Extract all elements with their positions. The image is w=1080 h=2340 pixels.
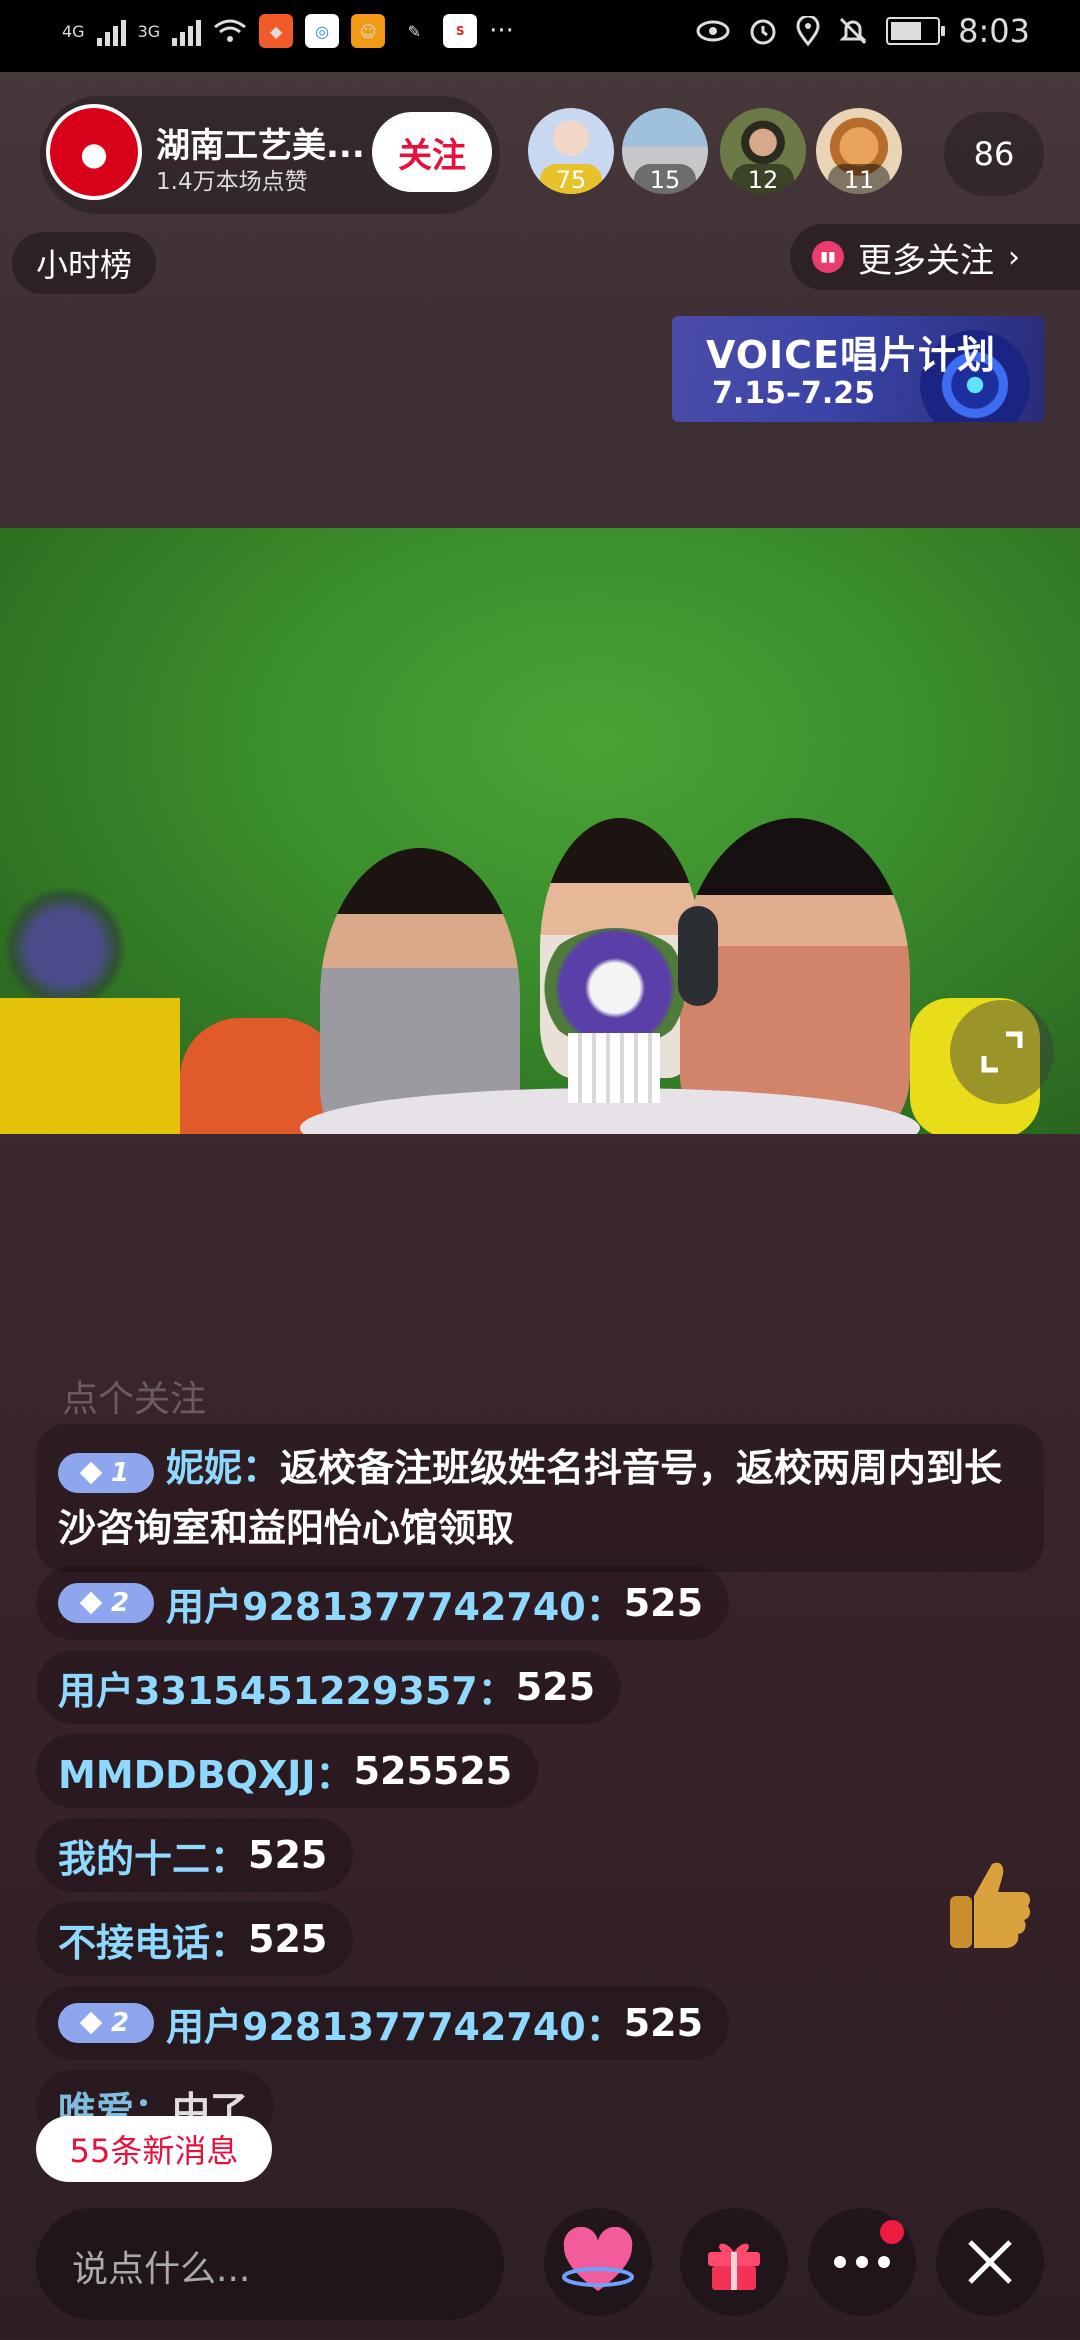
comment-input-placeholder: 说点什么...: [72, 2249, 251, 2290]
more-follow-button[interactable]: ▮▮ 更多关注 ›: [790, 224, 1080, 290]
user-level-badge: 1: [58, 1453, 154, 1493]
status-right: 8:03: [696, 12, 1030, 50]
new-messages-button[interactable]: 55条新消息: [36, 2116, 272, 2182]
banner-dates: 7.15–7.25: [712, 376, 876, 411]
status-left: 4G 3G ◆ ◎ ☺ ✎ S ···: [62, 14, 514, 48]
flowers-graphic: [535, 928, 695, 1048]
diamond-icon: [79, 2011, 103, 2035]
chat-message[interactable]: 不接电话： 525: [36, 1902, 354, 1976]
follow-button[interactable]: 关注: [372, 112, 492, 192]
network-4g-label: 4G: [62, 21, 85, 41]
close-icon: [968, 2240, 1012, 2284]
app-icon-uc: ☺: [351, 14, 386, 48]
hour-rank-button[interactable]: 小时榜: [12, 232, 156, 294]
chat-username[interactable]: MMDDBQXJJ：: [58, 1744, 354, 1799]
mute-icon: [839, 17, 867, 45]
viewer-rank-badge: 15: [634, 164, 696, 194]
audio-wave-icon: ▮▮: [812, 241, 844, 273]
chat-username[interactable]: 用户3315451229357：: [58, 1660, 516, 1715]
chat-text: 525: [248, 1917, 328, 1961]
flower-pot-graphic: [568, 1033, 660, 1103]
chat-message[interactable]: MMDDBQXJJ： 525525: [36, 1734, 539, 1808]
anchor-name[interactable]: 湖南工艺美...: [156, 118, 365, 167]
microphone-graphic: [678, 906, 718, 1006]
chat-text: 525: [515, 1665, 596, 1709]
yellow-box-graphic: [0, 998, 180, 1134]
viewer-rank-badge: 75: [540, 164, 602, 194]
more-dots-icon: [834, 2256, 890, 2268]
viewer-avatar-4[interactable]: 11: [816, 108, 902, 194]
chat-text: 525525: [353, 1749, 513, 1793]
fullscreen-icon: [981, 1031, 1023, 1073]
chat-username[interactable]: 不接电话：: [58, 1912, 248, 1967]
chat-username[interactable]: 我的十二：: [58, 1828, 248, 1883]
diamond-icon: [79, 1591, 103, 1615]
chat-text: 525: [623, 1581, 704, 1625]
signal-icon-2: [172, 16, 202, 46]
alarm-icon: [750, 19, 776, 45]
chat-username[interactable]: 用户9281377742740：: [166, 1996, 624, 2051]
banner-title: VOICE唱片计划: [706, 333, 997, 377]
app-icon-sina: S: [443, 14, 478, 48]
chat-message[interactable]: 我的十二： 525: [36, 1818, 354, 1892]
app-icon-browser: ◎: [305, 14, 340, 48]
gift-icon: [708, 2243, 760, 2290]
more-notifications-icon: ···: [489, 16, 514, 46]
battery-icon: [886, 17, 946, 45]
app-icon-xuexi: ✎: [407, 21, 421, 41]
chat-message[interactable]: 2 用户9281377742740： 525: [36, 1986, 730, 2060]
thumbs-up-icon[interactable]: [944, 1856, 1034, 1952]
chat-text: 525: [248, 1833, 328, 1877]
viewer-rank-badge: 11: [828, 164, 890, 194]
user-level-badge: 2: [58, 1583, 154, 1623]
plant-graphic: [0, 888, 130, 1008]
app-icon-game: ◆: [259, 14, 294, 48]
chat-message[interactable]: 1 妮妮：返校备注班级姓名抖音号，返校两周内到长沙咨询室和益阳怡心馆领取: [36, 1424, 1044, 1572]
voice-campaign-banner[interactable]: VOICE唱片计划 7.15–7.25: [672, 316, 1044, 422]
live-video[interactable]: [0, 528, 1080, 1134]
notification-dot: [880, 2220, 904, 2244]
signal-icon: [96, 16, 126, 46]
location-icon: [796, 16, 820, 46]
status-bar: 4G 3G ◆ ◎ ☺ ✎ S ··· 8:03: [0, 0, 1080, 72]
anchor-avatar[interactable]: [46, 104, 142, 200]
chat-username[interactable]: 用户9281377742740：: [166, 1576, 624, 1631]
chevron-right-icon: ›: [1008, 239, 1020, 275]
eye-icon: [696, 20, 730, 42]
chat-message[interactable]: 2 用户9281377742740： 525: [36, 1566, 730, 1640]
viewer-avatar-2[interactable]: 15: [622, 108, 708, 194]
wifi-icon: [214, 19, 247, 42]
anchor-likes: 1.4万本场点赞: [156, 169, 308, 195]
user-level-badge: 2: [58, 2003, 154, 2043]
viewer-count[interactable]: 86: [944, 112, 1044, 196]
more-follow-label: 更多关注: [858, 240, 994, 281]
status-time: 8:03: [958, 12, 1030, 50]
chat-username[interactable]: 妮妮：: [166, 1446, 280, 1490]
network-3g-label: 3G: [137, 21, 161, 41]
comment-input[interactable]: 说点什么...: [36, 2208, 504, 2320]
diamond-icon: [79, 1461, 103, 1485]
heart-icon: [562, 2227, 634, 2291]
like-button[interactable]: [544, 2208, 652, 2316]
gift-button[interactable]: [680, 2208, 788, 2316]
faded-chat-line: 点个关注: [62, 1379, 207, 1420]
chat-text: 525: [623, 2001, 704, 2045]
chat-message[interactable]: 用户3315451229357： 525: [36, 1650, 622, 1724]
viewer-avatar-1[interactable]: 75: [528, 108, 614, 194]
viewer-avatar-3[interactable]: 12: [720, 108, 806, 194]
close-button[interactable]: [936, 2208, 1044, 2316]
fullscreen-button[interactable]: [950, 1000, 1054, 1104]
viewer-rank-badge: 12: [732, 164, 794, 194]
